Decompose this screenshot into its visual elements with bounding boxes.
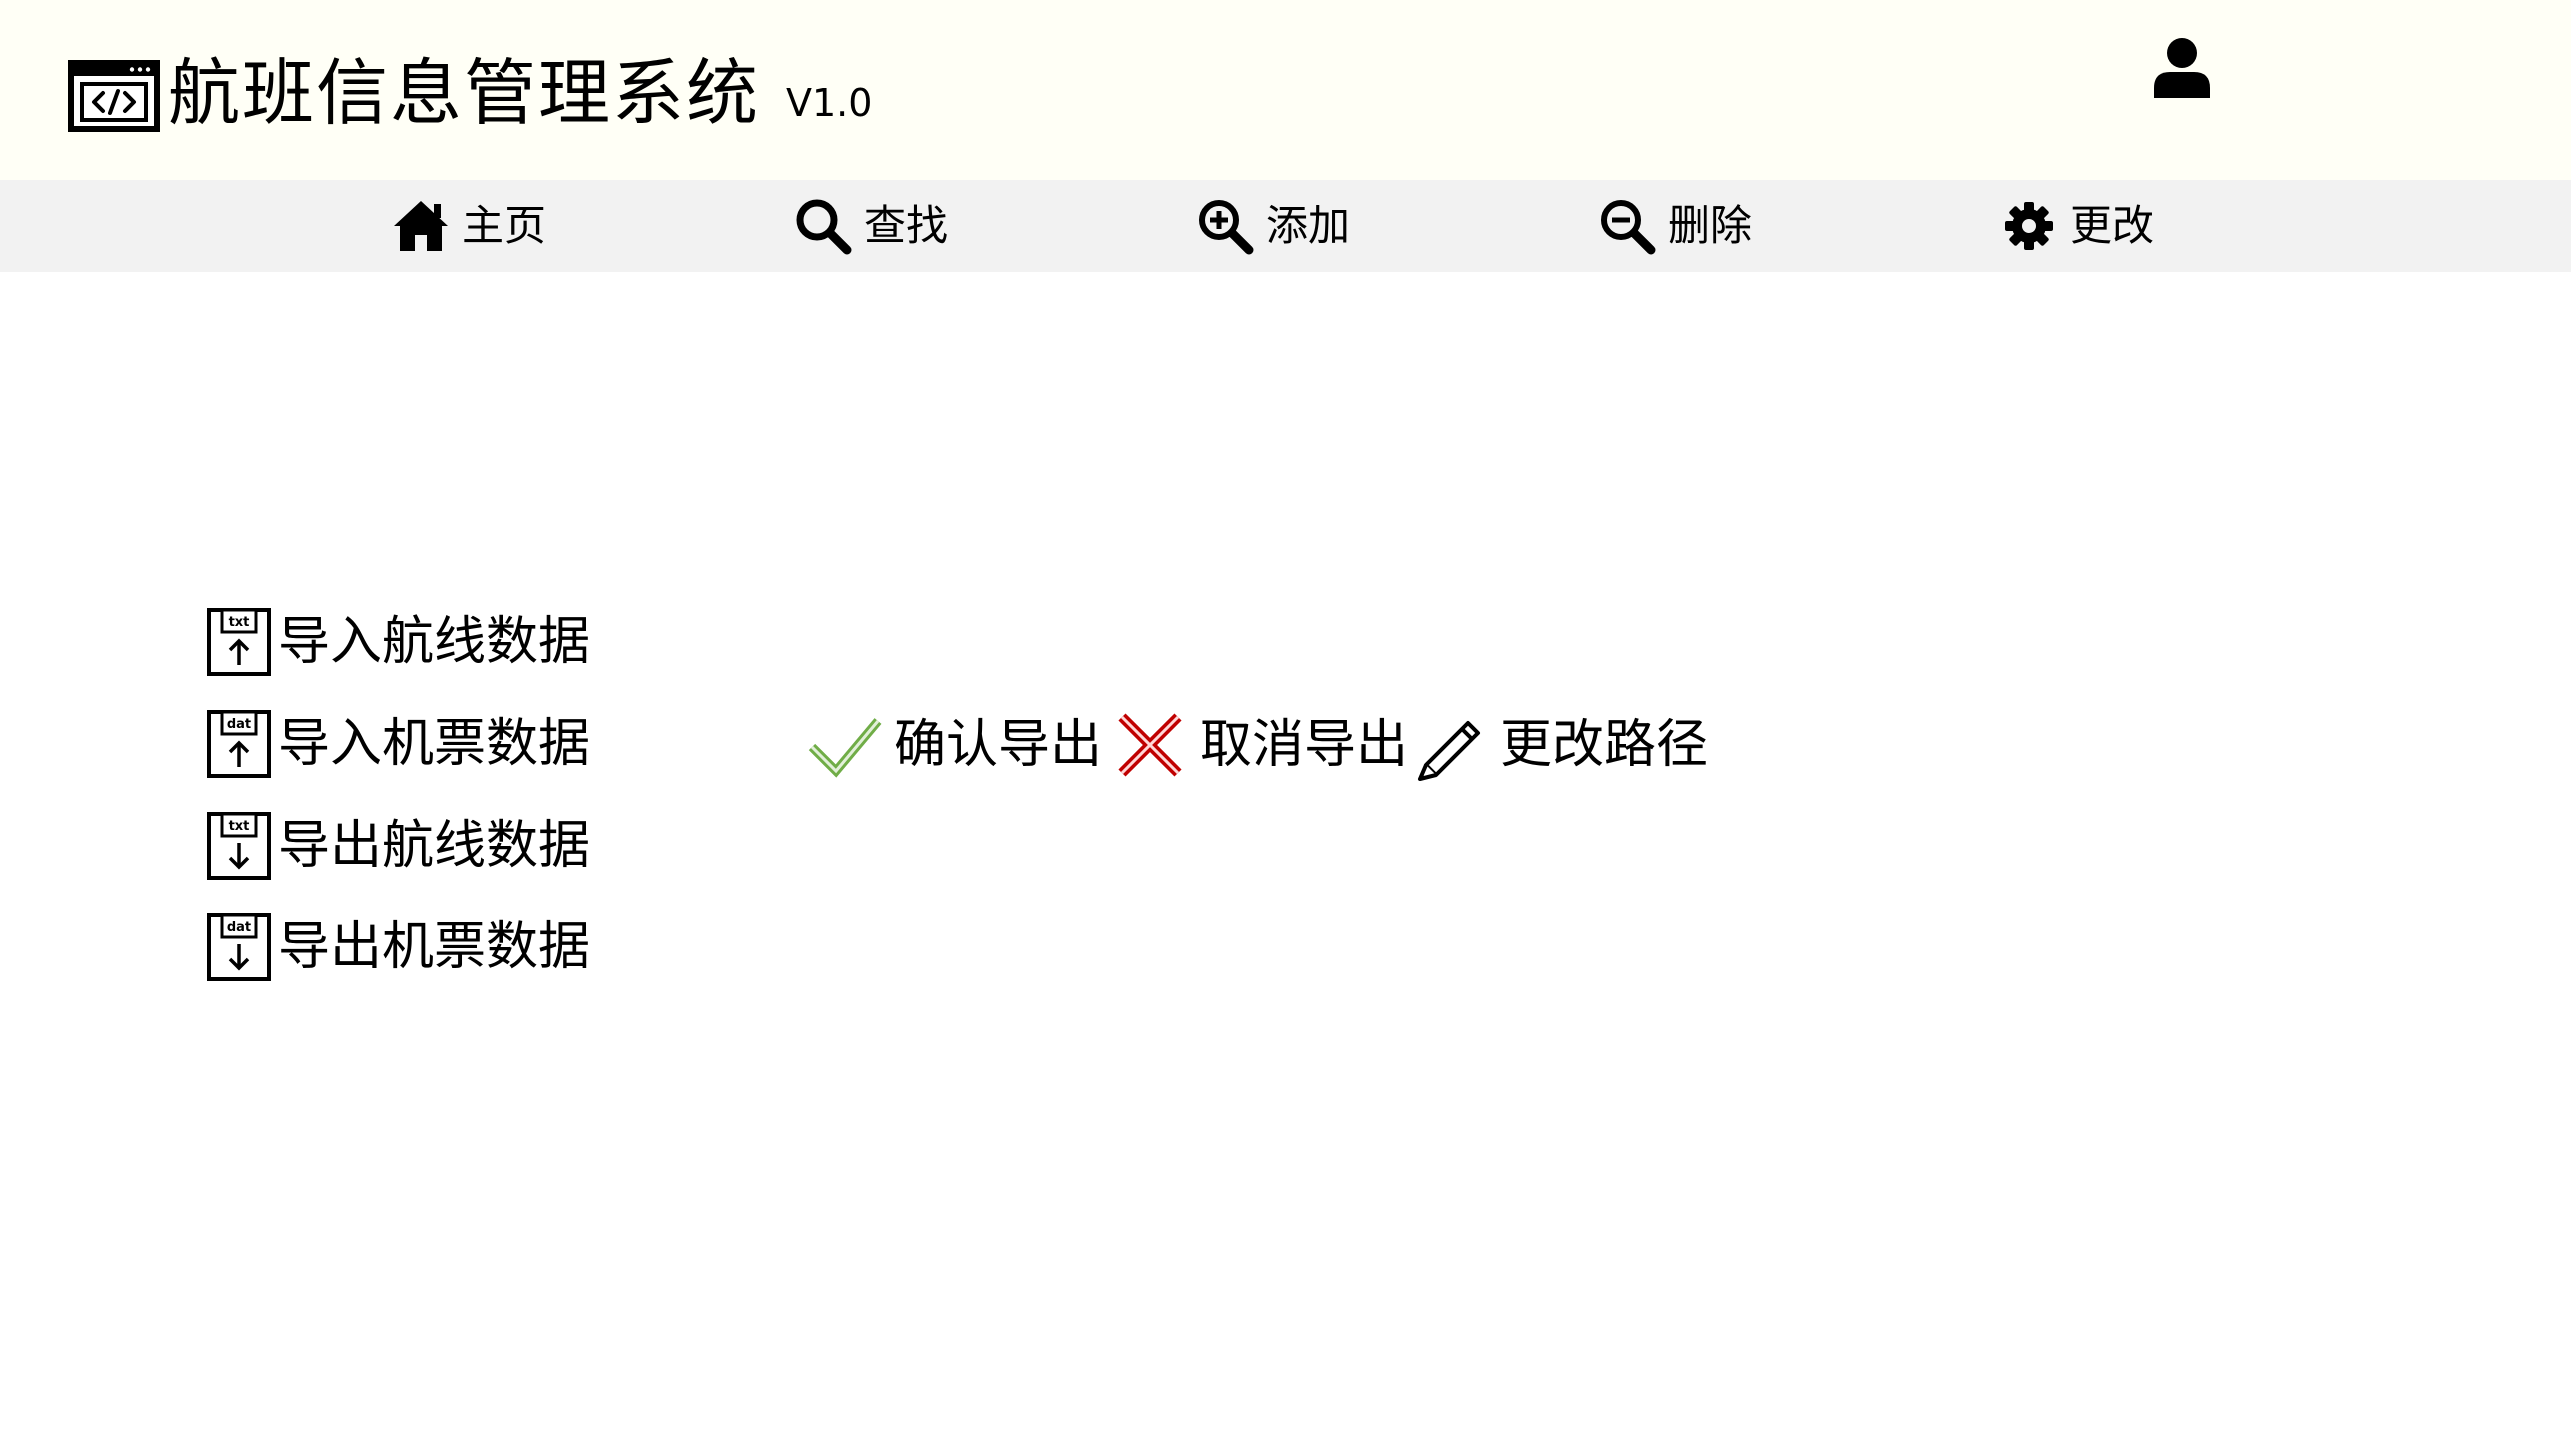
export-ticket-data-button[interactable]: dat 导出机票数据 <box>206 912 590 982</box>
cross-icon <box>1118 713 1182 777</box>
file-tag-label: dat <box>227 717 251 732</box>
cancel-export-button[interactable]: 取消导出 <box>1112 708 1408 782</box>
file-tag-label: dat <box>227 920 251 935</box>
app-title: 航班信息管理系统 <box>168 51 761 135</box>
nav-item-edit[interactable]: 更改 <box>2000 180 2154 272</box>
import-route-data-button[interactable]: txt 导入航线数据 <box>206 607 590 677</box>
nav-item-home[interactable]: 主页 <box>392 180 546 272</box>
nav-bar: 主页 查找 添加 删除 更改 <box>0 180 2571 272</box>
nav-label-edit: 更改 <box>2070 201 2155 250</box>
export-route-data-label: 导出航线数据 <box>278 816 591 876</box>
gear-icon <box>2005 202 2053 250</box>
user-icon[interactable] <box>2152 36 2212 98</box>
nav-item-add[interactable]: 添加 <box>1196 180 1350 272</box>
app-root: 航班信息管理系统 V1.0 主页 查找 添加 删除 更改 txt 导入航线数据 … <box>0 0 2571 1446</box>
nav-item-delete[interactable]: 删除 <box>1598 180 1752 272</box>
dat-download-icon: dat <box>207 913 271 981</box>
zoom-in-icon <box>1199 200 1254 255</box>
change-path-label: 更改路径 <box>1500 715 1709 775</box>
import-ticket-data-button[interactable]: dat 导入机票数据 <box>206 709 590 779</box>
import-route-data-label: 导入航线数据 <box>278 612 591 672</box>
file-tag-label: txt <box>229 819 250 834</box>
code-window-icon <box>68 60 160 132</box>
dat-upload-icon: dat <box>207 710 271 778</box>
cancel-export-label: 取消导出 <box>1200 715 1409 775</box>
nav-item-search[interactable]: 查找 <box>794 180 948 272</box>
confirm-export-button[interactable]: 确认导出 <box>806 708 1102 782</box>
pencil-icon <box>1418 721 1480 781</box>
confirm-export-label: 确认导出 <box>894 715 1103 775</box>
export-route-data-button[interactable]: txt 导出航线数据 <box>206 811 590 881</box>
import-ticket-data-label: 导入机票数据 <box>278 714 591 774</box>
nav-label-home: 主页 <box>462 201 547 250</box>
nav-label-add: 添加 <box>1266 201 1351 250</box>
home-icon <box>394 201 448 251</box>
check-icon <box>808 718 882 778</box>
nav-label-search: 查找 <box>864 201 949 250</box>
file-tag-label: txt <box>229 615 250 630</box>
change-path-button[interactable]: 更改路径 <box>1412 708 1708 782</box>
txt-download-icon: txt <box>207 812 271 880</box>
nav-label-delete: 删除 <box>1668 201 1753 250</box>
app-version: V1.0 <box>786 81 873 125</box>
zoom-out-icon <box>1601 200 1656 255</box>
export-ticket-data-label: 导出机票数据 <box>278 917 591 977</box>
search-icon <box>796 199 852 255</box>
txt-upload-icon: txt <box>207 608 271 676</box>
header: 航班信息管理系统 V1.0 <box>0 0 2571 180</box>
